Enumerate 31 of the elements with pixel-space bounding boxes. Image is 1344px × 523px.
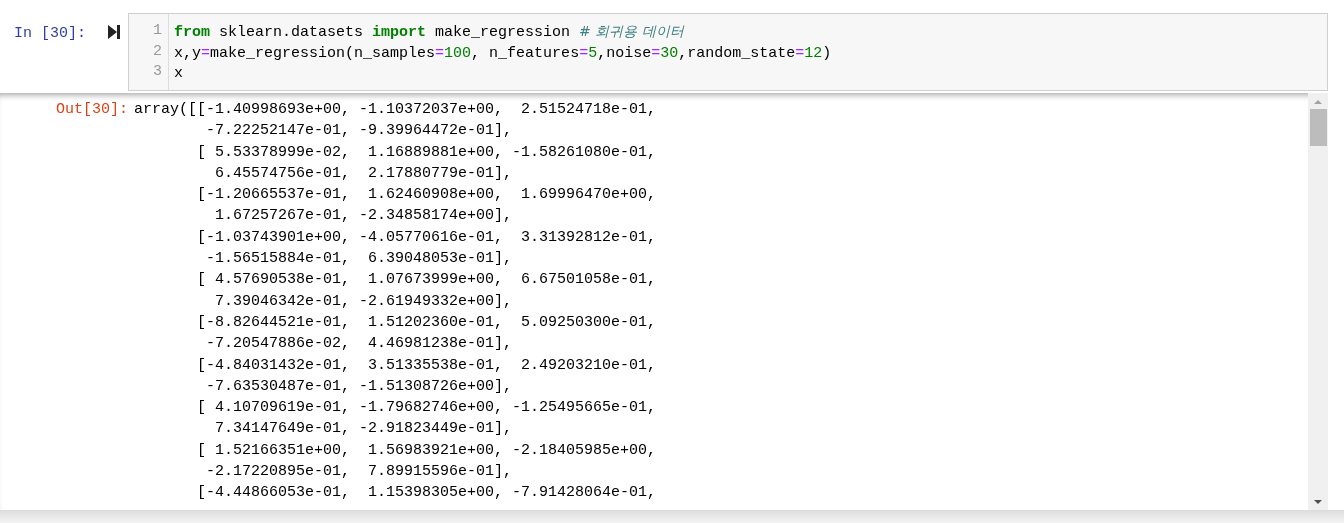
line-number: 2 [152,41,162,62]
output-line: [-1.03743901e+00, -4.05770616e-01, 3.31392812e-01, [196,227,657,248]
input-prompt: In [30]: [13,24,87,44]
output-line: -7.22252147e-01, -9.39964472e-01], [205,121,513,142]
output-line: 7.34147649e-01, -2.91823449e-01], [214,419,513,440]
output-line: [ 4.57690538e-01, 1.07673999e+00, 6.67501058e-01, [196,270,657,291]
code-editor[interactable]: 1 2 3 from sklearn.datasets import make_regression # 회귀용 데이터 x,y=make_regression(n_samples=100, n_features=5,noise=30,random_state=12) x [128,13,1328,91]
output-line: [-4.44866053e-01, 1.15398305e+00, -7.91428064e-01, [196,483,657,504]
output-line: -7.63530487e-01, -1.51308726e+00], [205,376,513,397]
run-icon[interactable] [108,25,120,39]
output-line: [ 1.52166351e+00, 1.56983921e+00, -2.18405985e+00, [196,440,657,461]
output-prompt: Out[30]: [55,100,129,120]
scroll-thumb[interactable] [1310,109,1327,146]
output-line: [-8.82644521e-01, 1.51202360e-01, 5.09250300e-01, [196,312,657,333]
output-line: -7.20547886e-02, 4.46981238e-01], [205,334,513,355]
code-line: from sklearn.datasets import make_regression # 회귀용 데이터 [174,22,686,43]
scrollbar[interactable] [1308,93,1328,510]
code-line: x,y=make_regression(n_samples=100, n_features=5,noise=30,random_state=12) [174,43,832,64]
output-line: [ 5.53378999e-02, 1.16889881e+00, -1.58261080e-01, [196,142,657,163]
output-line: -2.17220895e-01, 7.89915596e-01], [205,462,513,483]
output-line: [-1.20665537e-01, 1.62460908e+00, 1.69996470e+00, [196,185,657,206]
output-line: 6.45574756e-01, 2.17880779e-01], [214,163,513,184]
output-line: array([[-1.40998693e+00, -1.10372037e+00, 2.51524718e-01, [134,100,657,120]
code-line: x [174,64,184,84]
line-number: 1 [152,21,162,41]
output-line: [-4.84031432e-01, 3.51335538e-01, 2.49203210e-01, [196,355,657,376]
line-number: 3 [152,62,162,82]
output-line: [ 4.10709619e-01, -1.79682746e+00, -1.25495665e-01, [196,398,657,419]
output-line: 7.39046342e-01, -2.61949332e+00], [214,291,513,312]
output-line: 1.67257267e-01, -2.34858174e+00], [214,206,513,227]
output-line: -1.56515884e-01, 6.39048053e-01], [205,249,513,270]
